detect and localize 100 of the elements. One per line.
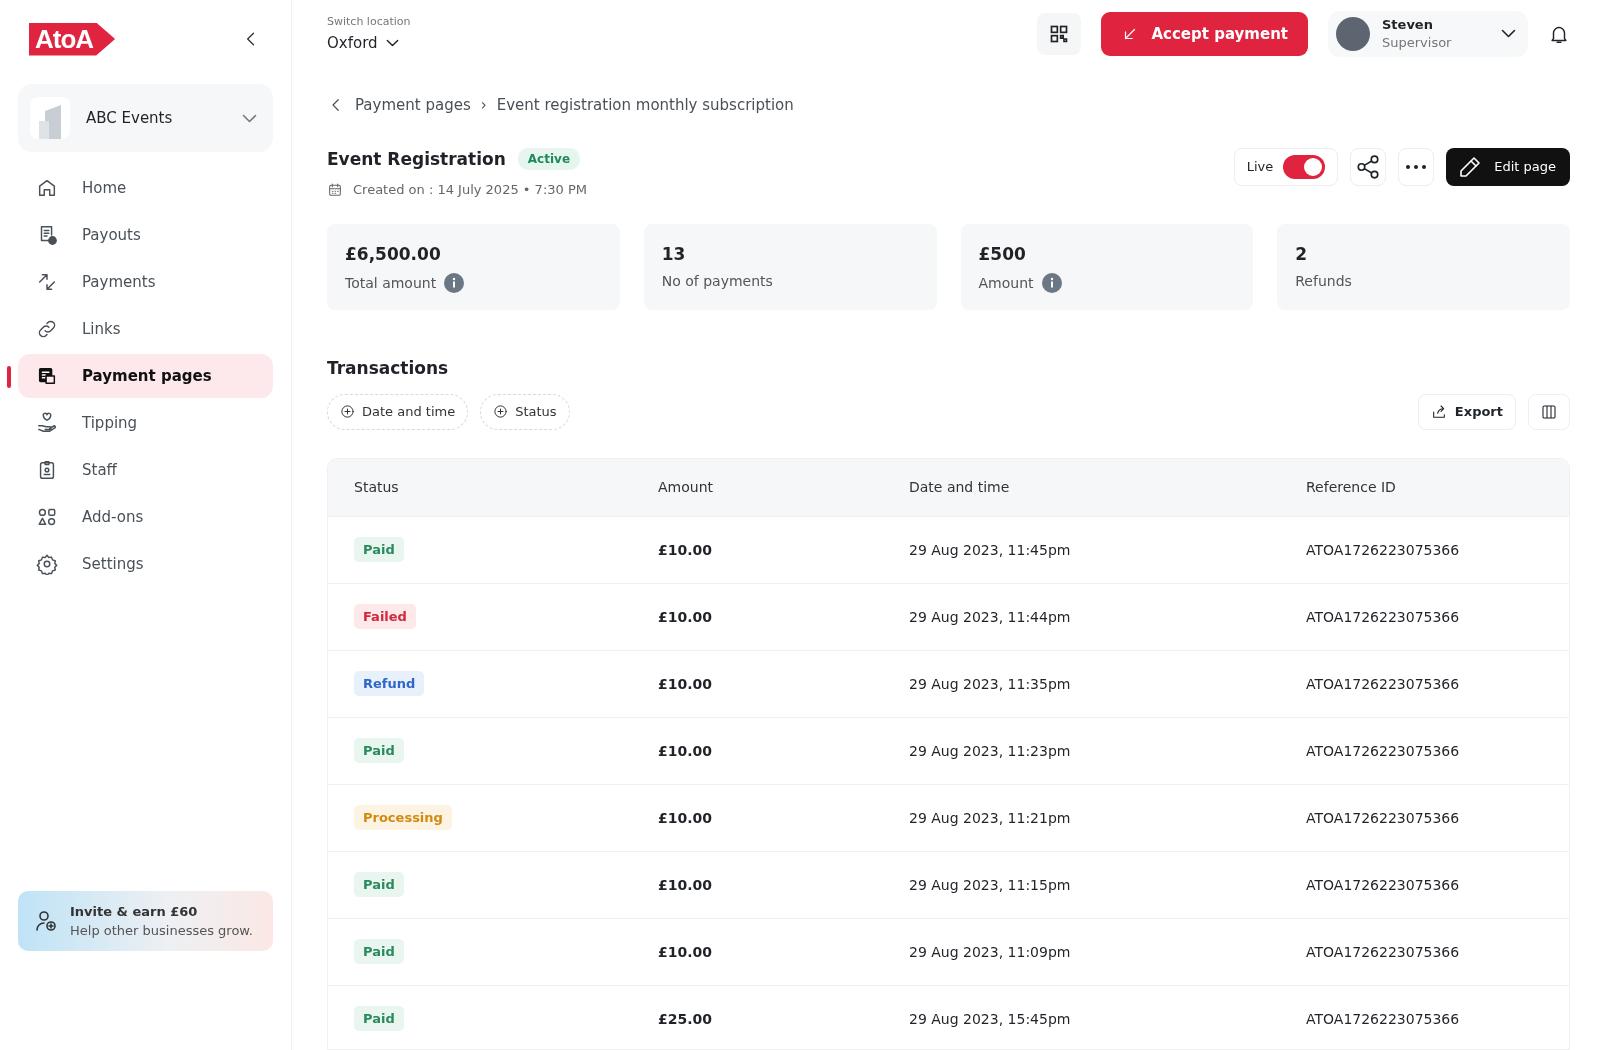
page-title: Event Registration xyxy=(327,148,506,169)
column-header: Reference ID xyxy=(1306,479,1397,496)
chevron-down-icon xyxy=(385,39,399,48)
settings-icon xyxy=(36,553,58,575)
stat-value: 2 xyxy=(1295,243,1309,264)
nav-item[interactable]: Payouts xyxy=(18,213,273,257)
table-cell-text: ATOA1726223075366 xyxy=(1306,1010,1461,1027)
location-label: Switch location xyxy=(327,15,411,29)
export-button[interactable]: Export xyxy=(1417,393,1516,430)
chevron-down-icon xyxy=(1501,29,1516,39)
export-icon xyxy=(1430,403,1447,420)
home-icon xyxy=(36,177,58,199)
section-title: Transactions xyxy=(327,357,450,378)
active-indicator xyxy=(7,366,11,388)
column-header: Amount xyxy=(658,479,714,496)
table-cell-text: £10.00 xyxy=(658,675,714,692)
table-cell-text: £10.00 xyxy=(658,943,714,960)
status-tag: Failed xyxy=(354,604,416,630)
status-tag: Paid xyxy=(354,872,404,898)
table-cell-text: 29 Aug 2023, 11:09pm xyxy=(909,943,1072,960)
table-cell-text: ATOA1726223075366 xyxy=(1306,809,1461,826)
logo[interactable]: AtoA xyxy=(29,22,116,56)
info-icon[interactable] xyxy=(444,272,465,293)
table-cell-text: ATOA1726223075366 xyxy=(1306,742,1461,759)
stat-label: No of payments xyxy=(661,272,773,289)
stat-label: Total amount xyxy=(345,274,437,291)
promo-title: Invite & earn £60 xyxy=(70,904,199,919)
user-add-icon xyxy=(34,909,58,933)
user-menu[interactable]: Steven Supervisor xyxy=(1328,10,1528,57)
table-cell-text: 29 Aug 2023, 11:23pm xyxy=(909,742,1072,759)
accept-payment-button[interactable]: Accept payment xyxy=(1101,11,1308,56)
table-cell-text: £10.00 xyxy=(658,541,714,558)
table-cell-text: 29 Aug 2023, 11:15pm xyxy=(909,876,1072,893)
arrows-icon xyxy=(36,271,58,293)
table-cell-text: ATOA1726223075366 xyxy=(1306,541,1461,558)
promo-text: Help other businesses grow. xyxy=(70,923,253,938)
location-selector[interactable]: Oxford xyxy=(327,34,411,53)
column-header: Date and time xyxy=(909,479,1011,496)
nav-item[interactable]: Settings xyxy=(18,542,273,586)
table-cell-text: £10.00 xyxy=(658,809,714,826)
table-cell-text: £10.00 xyxy=(658,876,714,893)
live-label: Live xyxy=(1246,159,1274,175)
hand-heart-icon xyxy=(36,412,58,434)
more-button[interactable] xyxy=(1398,147,1435,186)
breadcrumb-link[interactable]: Payment pages xyxy=(355,95,471,114)
nav-item[interactable]: Tipping xyxy=(18,401,273,445)
table-cell-text: 29 Aug 2023, 11:35pm xyxy=(909,675,1072,692)
avatar xyxy=(1336,16,1370,51)
building-icon xyxy=(30,97,70,139)
nav-item[interactable]: Payment pages xyxy=(18,354,273,398)
table-cell-text: ATOA1726223075366 xyxy=(1306,608,1461,625)
nav-item[interactable]: Links xyxy=(18,307,273,351)
status-tag: Paid xyxy=(354,537,404,563)
live-toggle[interactable] xyxy=(1283,154,1326,179)
plus-circle-icon xyxy=(493,404,509,420)
status-tag: Paid xyxy=(354,1006,404,1032)
table-cell-text: 29 Aug 2023, 11:45pm xyxy=(909,541,1072,558)
table-cell-text: £25.00 xyxy=(658,1010,714,1027)
user-name: Steven xyxy=(1382,17,1434,33)
columns-icon xyxy=(1541,403,1557,420)
invite-banner[interactable]: Invite & earn £60 Help other businesses grow. xyxy=(18,891,273,951)
share-icon xyxy=(1355,153,1382,180)
table-cell-text: ATOA1726223075366 xyxy=(1306,675,1461,692)
status-tag: Processing xyxy=(354,805,452,831)
share-button[interactable] xyxy=(1350,147,1387,186)
table-cell-text: 29 Aug 2023, 11:44pm xyxy=(909,608,1072,625)
link-icon xyxy=(36,318,58,340)
qr-code-icon xyxy=(1049,23,1070,44)
table-cell-text: £10.00 xyxy=(658,742,714,759)
info-icon[interactable] xyxy=(1041,272,1062,293)
qr-code-button[interactable] xyxy=(1037,12,1082,55)
filter-chip[interactable]: Status xyxy=(480,393,570,430)
document-stack-icon xyxy=(36,365,58,387)
columns-button[interactable] xyxy=(1528,393,1570,430)
business-name: ABC Events xyxy=(86,109,174,127)
shapes-icon xyxy=(36,506,58,528)
table-cell-text: 29 Aug 2023, 15:45pm xyxy=(909,1010,1072,1027)
plus-circle-icon xyxy=(340,404,355,420)
nav-item[interactable]: Staff xyxy=(18,448,273,492)
user-role: Supervisor xyxy=(1382,35,1453,51)
stat-value: £500 xyxy=(978,243,1027,264)
nav-item[interactable]: Payments xyxy=(18,260,273,304)
table-cell-text: ATOA1726223075366 xyxy=(1306,943,1461,960)
more-icon xyxy=(1405,163,1428,170)
business-selector[interactable]: ABC Events xyxy=(18,84,273,152)
status-tag: Paid xyxy=(354,939,404,965)
table-cell-text: 29 Aug 2023, 11:21pm xyxy=(909,809,1072,826)
nav-item[interactable]: Add-ons xyxy=(18,495,273,539)
nav-item[interactable]: Home xyxy=(18,166,273,210)
status-tag: Paid xyxy=(354,738,404,764)
stat-label: Amount xyxy=(978,274,1034,291)
column-header: Status xyxy=(354,479,400,496)
calendar-icon xyxy=(327,181,343,198)
edit-page-button[interactable]: Edit page xyxy=(1446,147,1570,186)
table-cell-text: £10.00 xyxy=(658,608,714,625)
chevron-down-icon xyxy=(242,113,257,123)
stat-value: 13 xyxy=(661,243,687,264)
status-tag: Active xyxy=(517,147,581,170)
stat-value: £6,500.00 xyxy=(345,243,442,264)
filter-chip[interactable]: Date and time xyxy=(327,393,469,430)
